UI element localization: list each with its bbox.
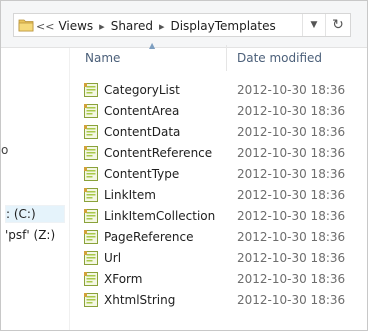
navigation-pane: o : (C:) 'psf' (Z:): [1, 48, 70, 330]
file-row[interactable]: LinkItemCollection 2012-10-30 18:36: [83, 205, 345, 226]
nav-item-drive-c[interactable]: : (C:): [5, 205, 65, 223]
crumb-separator-icon[interactable]: ▸: [99, 20, 105, 33]
file-row[interactable]: ContentData 2012-10-30 18:36: [83, 121, 345, 142]
cshtml-file-icon: [84, 250, 98, 265]
file-name: XhtmlString: [104, 292, 176, 307]
file-row[interactable]: PageReference 2012-10-30 18:36: [83, 226, 345, 247]
file-row[interactable]: ContentReference 2012-10-30 18:36: [83, 142, 345, 163]
file-name: LinkItemCollection: [104, 208, 216, 223]
file-date-modified: 2012-10-30 18:36: [237, 103, 346, 118]
crumb-shared[interactable]: Shared: [111, 19, 153, 33]
cshtml-file-icon: [84, 82, 98, 97]
file-name: ContentArea: [104, 103, 180, 118]
file-row[interactable]: XhtmlString 2012-10-30 18:36: [83, 289, 345, 310]
address-bar[interactable]: << Views ▸ Shared ▸ DisplayTemplates ▼ ↻: [13, 13, 351, 37]
file-row[interactable]: ContentType 2012-10-30 18:36: [83, 163, 345, 184]
cshtml-file-icon: [84, 208, 98, 223]
cshtml-file-icon: [84, 103, 98, 118]
file-name: Url: [104, 250, 122, 265]
column-divider[interactable]: [226, 45, 227, 71]
file-name: ContentReference: [104, 145, 213, 160]
crumb-views[interactable]: Views: [58, 19, 93, 33]
cshtml-file-icon: [84, 166, 98, 181]
cshtml-file-icon: [84, 187, 98, 202]
file-date-modified: 2012-10-30 18:36: [237, 271, 346, 286]
cshtml-file-icon: [84, 229, 98, 244]
file-row[interactable]: XForm 2012-10-30 18:36: [83, 268, 345, 289]
file-date-modified: 2012-10-30 18:36: [237, 229, 346, 244]
column-header-name[interactable]: Name: [85, 51, 120, 65]
folder-icon: [18, 19, 34, 32]
refresh-icon[interactable]: ↻: [325, 14, 350, 36]
chevron-down-icon[interactable]: ▼: [302, 14, 325, 36]
cshtml-file-icon: [84, 292, 98, 307]
file-date-modified: 2012-10-30 18:36: [237, 82, 346, 97]
file-date-modified: 2012-10-30 18:36: [237, 145, 346, 160]
crumb-displaytemplates[interactable]: DisplayTemplates: [170, 19, 275, 33]
file-name: PageReference: [104, 229, 194, 244]
file-date-modified: 2012-10-30 18:36: [237, 124, 346, 139]
file-date-modified: 2012-10-30 18:36: [237, 208, 346, 223]
file-list: CategoryList 2012-10-30 18:36 ContentArea 2…: [83, 79, 345, 310]
column-header-date-modified[interactable]: Date modified: [237, 51, 322, 65]
nav-item-drive-z[interactable]: 'psf' (Z:): [5, 228, 55, 242]
cshtml-file-icon: [84, 271, 98, 286]
file-date-modified: 2012-10-30 18:36: [237, 292, 346, 307]
cshtml-file-icon: [84, 145, 98, 160]
file-name: XForm: [104, 271, 143, 286]
address-bar-buttons: ▼ ↻: [302, 14, 350, 36]
sort-ascending-icon: ▲: [149, 41, 156, 50]
address-bar-area: << Views ▸ Shared ▸ DisplayTemplates ▼ ↻: [1, 1, 367, 48]
file-row[interactable]: ContentArea 2012-10-30 18:36: [83, 100, 345, 121]
breadcrumb: << Views ▸ Shared ▸ DisplayTemplates: [36, 18, 276, 34]
file-name: CategoryList: [104, 82, 180, 97]
crumb-separator-icon[interactable]: ▸: [159, 20, 165, 33]
overflow-chevron[interactable]: <<: [36, 20, 54, 33]
file-date-modified: 2012-10-30 18:36: [237, 250, 346, 265]
file-row[interactable]: CategoryList 2012-10-30 18:36: [83, 79, 345, 100]
file-name: ContentType: [104, 166, 180, 181]
file-name: LinkItem: [104, 187, 156, 202]
file-row[interactable]: Url 2012-10-30 18:36: [83, 247, 345, 268]
file-row[interactable]: LinkItem 2012-10-30 18:36: [83, 184, 345, 205]
file-date-modified: 2012-10-30 18:36: [237, 166, 346, 181]
nav-item-partial[interactable]: o: [1, 143, 8, 157]
explorer-window: << Views ▸ Shared ▸ DisplayTemplates ▼ ↻…: [0, 0, 368, 331]
cshtml-file-icon: [84, 124, 98, 139]
file-date-modified: 2012-10-30 18:36: [237, 187, 346, 202]
file-name: ContentData: [104, 124, 181, 139]
